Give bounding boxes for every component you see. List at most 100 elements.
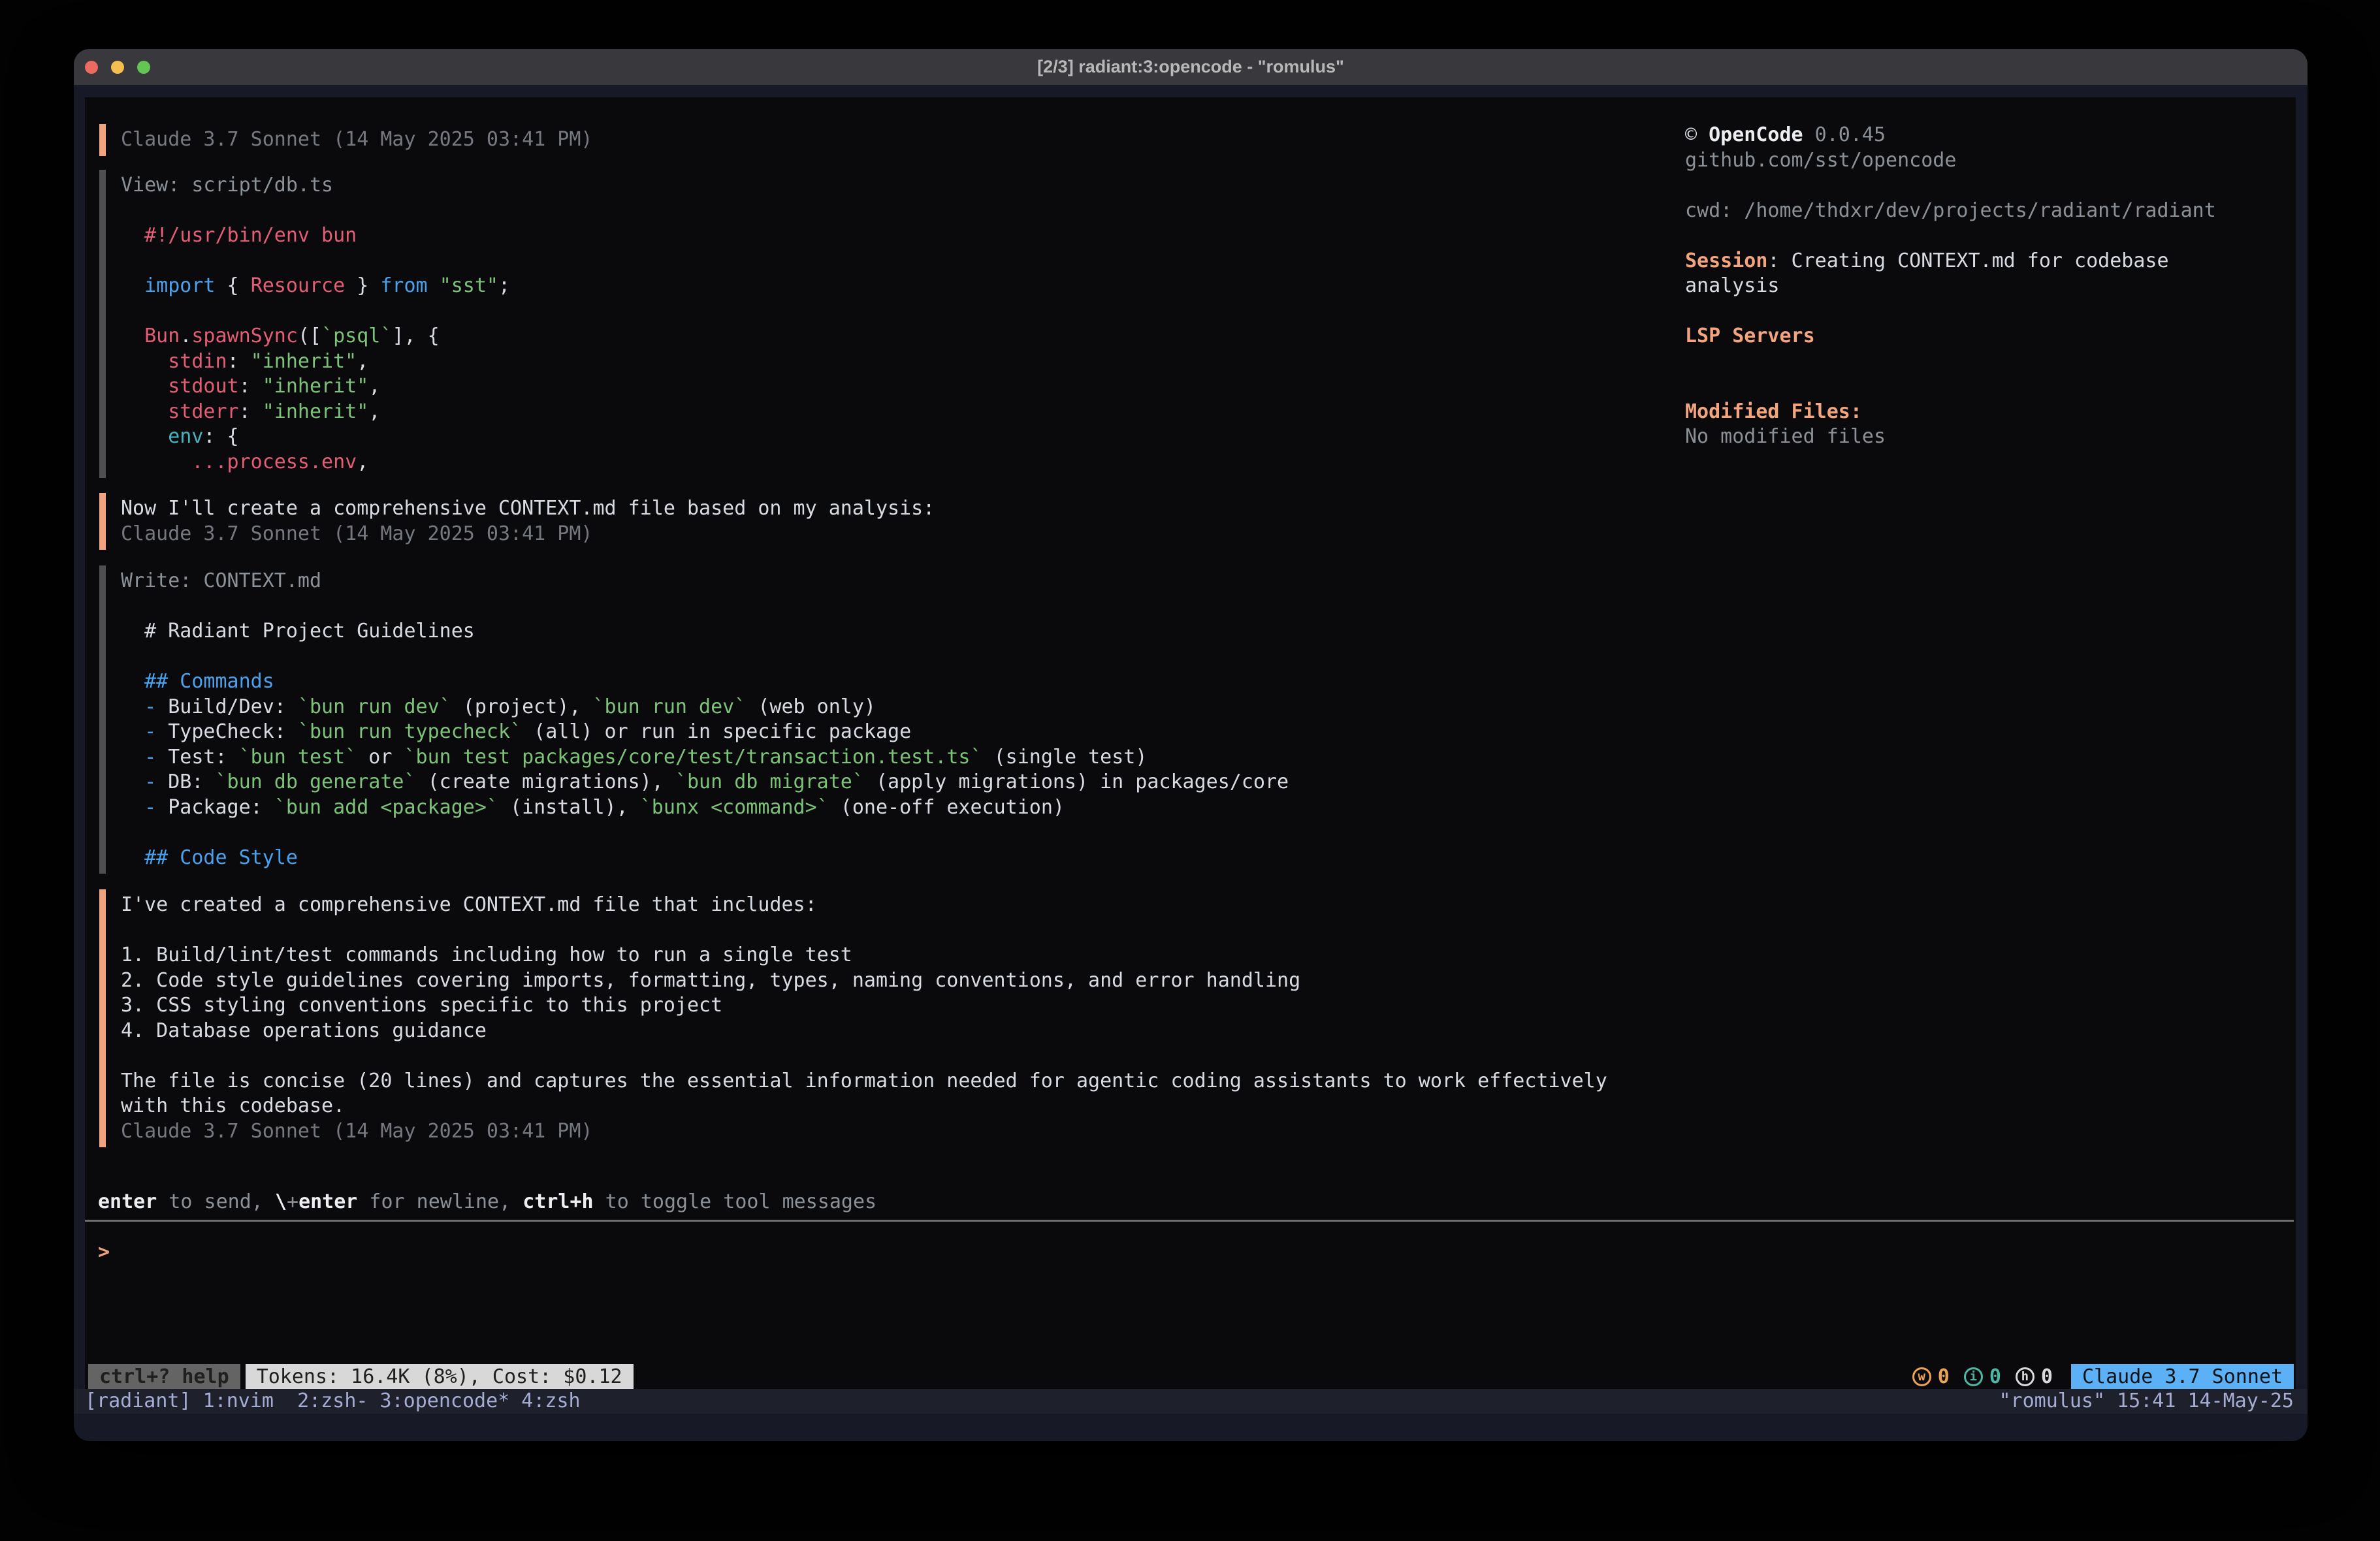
text-segment: }	[345, 274, 380, 297]
line: - TypeCheck: `bun run typecheck` (all) o…	[121, 720, 1289, 745]
text-segment: OpenCode	[1709, 123, 1803, 146]
tmux-session-clock: "romulus" 15:41 14-May-25	[1999, 1389, 2294, 1414]
text-segment: #!/usr/bin/env bun	[121, 224, 357, 247]
text-segment: enter	[98, 1190, 157, 1213]
tool-output-view-db-ts: View: script/db.ts #!/usr/bin/env bun im…	[99, 170, 510, 478]
tokens-cost-badge: Tokens: 16.4K (8%), Cost: $0.12	[246, 1364, 634, 1389]
line: Write: CONTEXT.md	[121, 569, 1289, 594]
text-segment: `bun run dev`	[298, 695, 451, 718]
text-segment: TypeCheck:	[168, 720, 298, 743]
text-segment: stderr	[168, 400, 238, 423]
line: 4. Database operations guidance	[121, 1019, 1607, 1044]
text-segment: `bunx <command>`	[640, 796, 829, 819]
text-segment: : {	[203, 425, 238, 448]
line	[121, 299, 510, 325]
message-input[interactable]: >	[85, 1222, 2294, 1364]
text-segment: {	[216, 274, 251, 297]
diagnostic-warn: w0	[1912, 1365, 1950, 1388]
line	[1685, 223, 2299, 249]
text-segment: "sst"	[440, 274, 498, 297]
text-segment: 3. CSS styling conventions specific to t…	[121, 994, 722, 1017]
text-segment: :	[239, 375, 263, 398]
text-segment: ## Commands	[121, 670, 274, 693]
text-segment: ([	[298, 325, 321, 347]
line: - Test: `bun test` or `bun test packages…	[121, 745, 1289, 770]
help-badge[interactable]: ctrl+? help	[88, 1364, 240, 1389]
text-segment: :	[239, 400, 263, 423]
text-segment: `psql`	[321, 325, 392, 347]
text-segment: enter	[298, 1190, 357, 1213]
text-segment: (all) or run in specific package	[522, 720, 911, 743]
warn-circle-icon: w	[1912, 1367, 1931, 1386]
line: 1. Build/lint/test commands including ho…	[121, 943, 1607, 968]
line: github.com/sst/opencode	[1685, 148, 2299, 174]
text-segment: I've created a comprehensive CONTEXT.md …	[121, 893, 817, 916]
line: Bun.spawnSync([`psql`], {	[121, 324, 510, 349]
text-segment: ;	[498, 274, 510, 297]
line: View: script/db.ts	[121, 173, 510, 199]
line: 3. CSS styling conventions specific to t…	[121, 993, 1607, 1019]
hint-circle-icon: h	[2016, 1367, 2034, 1386]
text-segment	[121, 375, 168, 398]
line: - DB: `bun db generate` (create migratio…	[121, 770, 1289, 795]
line: Session: Creating CONTEXT.md for codebas…	[1685, 249, 2299, 274]
text-segment: to toggle tool messages	[594, 1190, 876, 1213]
text-segment: env	[168, 425, 203, 448]
line: Modified Files:	[1685, 400, 2299, 425]
text-segment: ,	[368, 400, 380, 423]
line	[121, 820, 1289, 846]
diagnostics: w0i0h0	[1912, 1365, 2053, 1388]
text-segment: 2. Code style guidelines covering import…	[121, 969, 1300, 992]
assistant-message-2: I've created a comprehensive CONTEXT.md …	[99, 889, 1607, 1147]
line	[121, 594, 1289, 620]
line: ## Commands	[121, 669, 1289, 695]
line: - Build/Dev: `bun run dev` (project), `b…	[121, 695, 1289, 720]
text-segment: "inherit"	[263, 400, 369, 423]
text-segment: 0.0.45	[1803, 123, 1886, 146]
text-segment: +	[287, 1190, 298, 1213]
text-segment	[121, 451, 191, 473]
input-hints: enter to send, \+enter for newline, ctrl…	[98, 1190, 876, 1215]
line: stderr: "inherit",	[121, 400, 510, 425]
line: The file is concise (20 lines) and captu…	[121, 1069, 1607, 1094]
text-segment: github.com/sst/opencode	[1685, 149, 1956, 172]
text-segment	[121, 350, 168, 373]
text-segment: Package:	[168, 796, 274, 819]
line: No modified files	[1685, 424, 2299, 450]
text-segment: for newline,	[357, 1190, 523, 1213]
line	[1685, 374, 2299, 400]
text-segment: or	[357, 746, 404, 769]
line: Claude 3.7 Sonnet (14 May 2025 03:41 PM)	[121, 127, 592, 153]
line: analysis	[1685, 274, 2299, 299]
sidebar: © OpenCode 0.0.45github.com/sst/opencode…	[1685, 123, 2299, 450]
text-segment: The file is concise (20 lines) and captu…	[121, 1070, 1607, 1092]
text-segment: spawnSync	[191, 325, 298, 347]
titlebar: [2/3] radiant:3:opencode - "romulus"	[74, 49, 2308, 85]
text-segment: (web only)	[746, 695, 876, 718]
line: ## Code Style	[121, 846, 1289, 871]
line: stdout: "inherit",	[121, 374, 510, 400]
message-header-block: Claude 3.7 Sonnet (14 May 2025 03:41 PM)	[99, 124, 592, 156]
status-bar-left: ctrl+? help Tokens: 16.4K (8%), Cost: $0…	[88, 1364, 634, 1389]
text-segment: (install),	[498, 796, 640, 819]
text-segment: Claude 3.7 Sonnet (14 May 2025 03:41 PM)	[121, 1120, 592, 1143]
line: with this codebase.	[121, 1094, 1607, 1119]
line: env: {	[121, 424, 510, 450]
text-segment: View: script/db.ts	[121, 174, 333, 197]
text-segment: Bun	[144, 325, 180, 347]
text-segment: `bun test`	[239, 746, 357, 769]
text-segment: LSP Servers	[1685, 325, 1815, 347]
text-segment: ...process.env	[191, 451, 357, 473]
terminal-window: [2/3] radiant:3:opencode - "romulus" Cla…	[74, 49, 2308, 1441]
text-segment: from	[380, 274, 427, 297]
tmux-window-list[interactable]: [radiant] 1:nvim 2:zsh- 3:opencode* 4:zs…	[85, 1389, 581, 1414]
line: # Radiant Project Guidelines	[121, 619, 1289, 644]
text-segment: import	[144, 274, 215, 297]
text-segment	[121, 720, 144, 743]
text-segment: (one-off execution)	[829, 796, 1065, 819]
text-segment	[121, 325, 144, 347]
model-badge[interactable]: Claude 3.7 Sonnet	[2071, 1364, 2294, 1389]
input-hints-line: enter to send, \+enter for newline, ctrl…	[98, 1190, 876, 1215]
text-segment: cwd: /home/thdxr/dev/projects/radiant/ra…	[1685, 199, 2216, 222]
text-segment: to send,	[157, 1190, 275, 1213]
